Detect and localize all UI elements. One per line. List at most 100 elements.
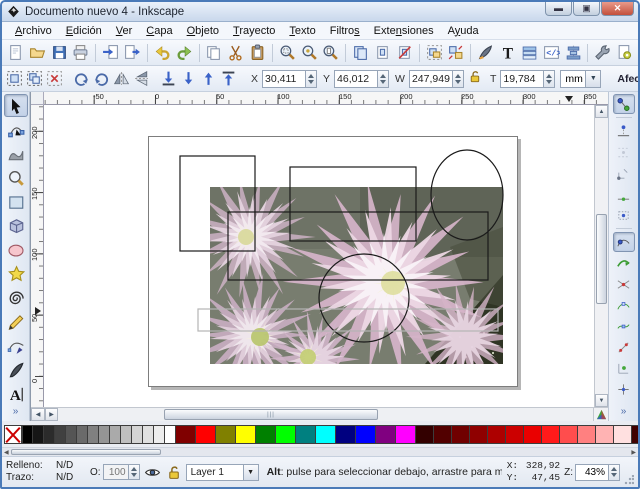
layer-lock-icon[interactable] xyxy=(165,464,182,481)
horizontal-ruler[interactable]: -50 0 50 100 150 200 250 300 350 xyxy=(44,92,608,105)
menu-extensiones[interactable]: Extensiones xyxy=(367,24,441,38)
palette-swatch[interactable] xyxy=(132,424,143,444)
rotate-cw-button[interactable] xyxy=(92,68,111,90)
palette-swatch[interactable] xyxy=(470,424,488,444)
palette-swatch[interactable] xyxy=(452,424,470,444)
palette-swatch[interactable] xyxy=(614,424,632,444)
t-value-field[interactable] xyxy=(500,69,545,88)
cut-button[interactable] xyxy=(225,42,246,64)
lower-to-bottom-button[interactable] xyxy=(159,68,178,90)
node-tool-button[interactable] xyxy=(4,118,28,141)
palette-scroll-right-button[interactable]: ▶ xyxy=(631,449,636,456)
vertical-ruler[interactable]: 200150100500 xyxy=(31,105,44,407)
palette-swatch[interactable] xyxy=(578,424,596,444)
rect-tool-button[interactable] xyxy=(4,190,28,213)
palette-swatch[interactable] xyxy=(488,424,506,444)
snap-enable-button[interactable] xyxy=(612,94,635,114)
palette-swatch[interactable] xyxy=(66,424,77,444)
snap-bbox-centers-button[interactable] xyxy=(613,205,635,225)
palette-swatch[interactable] xyxy=(560,424,578,444)
menu-edición[interactable]: Edición xyxy=(59,24,109,38)
deselect-button[interactable] xyxy=(45,68,64,90)
fill-stroke-dialog-button[interactable] xyxy=(475,42,496,64)
text-dialog-button[interactable]: T xyxy=(497,42,518,64)
unit-dropdown-button[interactable]: ▼ xyxy=(586,69,602,88)
spinner[interactable] xyxy=(306,69,318,88)
lower-button[interactable] xyxy=(179,68,198,90)
undo-button[interactable] xyxy=(152,42,173,64)
flip-horizontal-button[interactable] xyxy=(112,68,131,90)
box3d-tool-button[interactable] xyxy=(4,214,28,237)
tweak-tool-button[interactable] xyxy=(4,142,28,165)
snap-cusp-nodes-button[interactable] xyxy=(613,295,635,315)
unlink-clone-button[interactable] xyxy=(394,42,415,64)
unit-selector[interactable]: mm ▼ xyxy=(560,69,602,88)
import-document-button[interactable] xyxy=(100,42,121,64)
text-tool-button[interactable]: A xyxy=(4,382,28,405)
spinner[interactable] xyxy=(544,69,556,88)
palette-swatch[interactable] xyxy=(416,424,434,444)
ellipse-tool-button[interactable] xyxy=(4,238,28,261)
snap-paths-button[interactable] xyxy=(613,253,635,273)
rotate-ccw-button[interactable] xyxy=(72,68,91,90)
zoom-field[interactable] xyxy=(575,463,609,481)
palette-swatch[interactable] xyxy=(77,424,88,444)
palette-swatch[interactable] xyxy=(596,424,614,444)
calligraphy-tool-button[interactable] xyxy=(4,358,28,381)
palette-swatch[interactable] xyxy=(216,424,236,444)
zoom-selection-button[interactable] xyxy=(277,42,298,64)
palette-swatch[interactable] xyxy=(33,424,44,444)
pen-tool-button[interactable] xyxy=(4,334,28,357)
palette-swatch[interactable] xyxy=(316,424,336,444)
palette-swatch[interactable] xyxy=(632,424,638,444)
palette-swatch[interactable] xyxy=(396,424,416,444)
snapbar-overflow-chevron[interactable]: » xyxy=(621,406,627,417)
layer-dropdown-button[interactable]: ▼ xyxy=(243,463,259,481)
raise-button[interactable] xyxy=(199,68,218,90)
snap-bbox-edges-button[interactable] xyxy=(613,142,635,162)
snap-nodes-button[interactable] xyxy=(612,232,635,252)
palette-swatch[interactable] xyxy=(524,424,542,444)
xml-editor-button[interactable]: </> xyxy=(541,42,562,64)
fill-stroke-indicator[interactable]: Relleno: N/D Trazo: N/D xyxy=(6,460,86,484)
toolbox-overflow-chevron[interactable]: » xyxy=(13,406,19,417)
palette-swatch[interactable] xyxy=(110,424,121,444)
zoom-page-button[interactable] xyxy=(321,42,342,64)
palette-swatch[interactable] xyxy=(356,424,376,444)
palette-swatch[interactable] xyxy=(44,424,55,444)
layers-dialog-button[interactable] xyxy=(519,42,540,64)
snap-rotation-center-button[interactable] xyxy=(613,379,635,399)
palette-swatch[interactable] xyxy=(196,424,216,444)
zoom-spinner[interactable] xyxy=(609,463,620,481)
x-value-field[interactable] xyxy=(262,69,307,88)
align-dialog-button[interactable] xyxy=(563,42,584,64)
palette-swatch[interactable] xyxy=(376,424,396,444)
y-value-field[interactable] xyxy=(334,69,379,88)
paste-button[interactable] xyxy=(247,42,268,64)
horizontal-scrollbar[interactable]: ||| ▶ xyxy=(45,408,593,421)
scroll-down-button[interactable]: ▼ xyxy=(595,394,608,407)
preferences-button[interactable] xyxy=(592,42,613,64)
snap-object-centers-button[interactable] xyxy=(613,358,635,378)
palette-swatch[interactable] xyxy=(154,424,165,444)
star-tool-button[interactable] xyxy=(4,262,28,285)
spiral-tool-button[interactable] xyxy=(4,286,28,309)
layer-visibility-eye-icon[interactable] xyxy=(144,464,161,481)
snap-midpoints-button[interactable] xyxy=(613,337,635,357)
menu-filtros[interactable]: Filtros xyxy=(323,24,367,38)
selector-tool-button[interactable] xyxy=(3,94,28,117)
select-all-button[interactable] xyxy=(5,68,24,90)
palette-swatch[interactable] xyxy=(176,424,196,444)
duplicate-button[interactable] xyxy=(350,42,371,64)
minimize-button[interactable]: ▬ xyxy=(545,2,572,16)
palette-swatch[interactable] xyxy=(121,424,132,444)
palette-swatch[interactable] xyxy=(256,424,276,444)
canvas[interactable] xyxy=(44,105,594,407)
palette-swatch[interactable] xyxy=(434,424,452,444)
palette-swatch[interactable] xyxy=(88,424,99,444)
vertical-scrollbar[interactable]: ▲ ▼ xyxy=(594,105,608,407)
palette-scroll-thumb[interactable] xyxy=(10,449,161,455)
menu-archivo[interactable]: Archivo xyxy=(8,24,59,38)
new-document-button[interactable] xyxy=(5,42,26,64)
imported-photo-cactus-flowers[interactable] xyxy=(210,187,503,364)
